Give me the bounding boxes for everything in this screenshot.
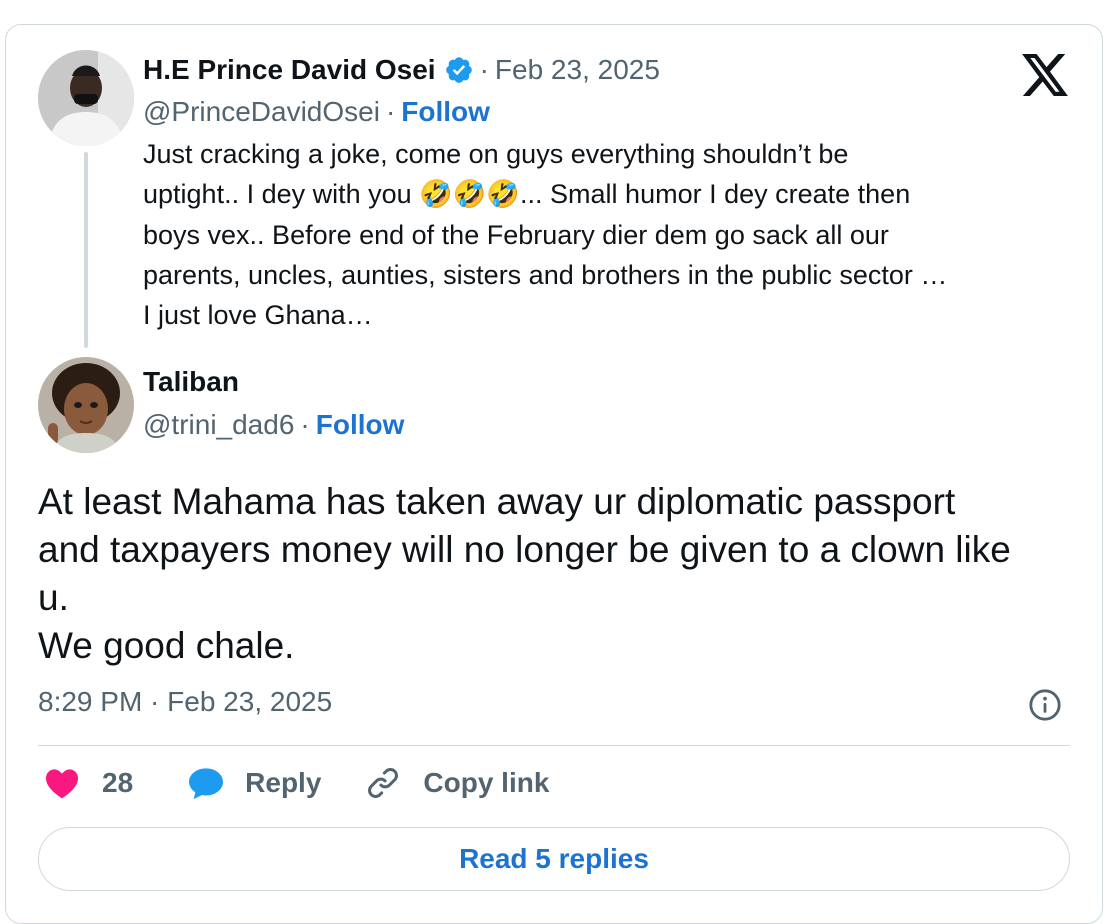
quoted-text-line: uptight.. I dey with you 🤣🤣🤣... Small hu… [143,174,1083,215]
separator-dot: · [479,54,489,85]
reply-button[interactable]: Reply [187,766,321,800]
quoted-text-segment: uptight.. I dey with you [143,179,412,209]
quoted-text-line: Just cracking a joke, come on guys every… [143,139,849,169]
like-count: 28 [102,767,134,798]
quoted-author-name[interactable]: H.E Prince David Osei [143,54,436,86]
quoted-author-handle[interactable]: @PrinceDavidOsei [143,96,380,128]
follow-button-taliban[interactable]: Follow [316,409,405,441]
heart-icon [46,769,78,799]
copy-link-button[interactable]: Copy link [365,765,549,801]
reply-text-line: and taxpayers money will no longer be gi… [38,529,1011,570]
reply-handle-row: @trini_dad6 · Follow [143,409,404,441]
reply-text-line: We good chale. [38,625,295,666]
quoted-handle-row: @PrinceDavidOsei · Follow [143,96,490,128]
quoted-tweet-date[interactable]: Feb 23, 2025 [495,54,660,86]
avatar-taliban[interactable] [38,357,134,453]
x-logo-icon[interactable] [1022,54,1068,96]
tweet-timestamp[interactable]: 8:29 PM · Feb 23, 2025 [38,686,332,718]
read-replies-button[interactable]: Read 5 replies [38,827,1070,891]
link-icon [368,768,399,798]
follow-button-prince[interactable]: Follow [401,96,490,128]
quoted-text-segment: ... Small humor I dey create then [520,179,911,209]
like-button[interactable]: 28 [44,767,133,799]
separator-dot: · [385,96,396,127]
thread-connector-line [84,152,88,348]
reply-tweet-header: Taliban [143,366,239,398]
quoted-tweet-text: Just cracking a joke, come on guys every… [143,134,1083,335]
read-replies-label: Read 5 replies [459,843,649,874]
quoted-text-line: I just love Ghana… [143,300,373,330]
info-icon[interactable] [1028,688,1062,722]
quoted-text-line: boys vex.. Before end of the February di… [143,220,889,250]
tweet-actions-bar: 28 Reply Copy link [44,765,549,801]
reply-text-line: u. [38,577,69,618]
quoted-text-line: parents, uncles, aunties, sisters and br… [143,260,948,290]
quoted-tweet-header: H.E Prince David Osei · Feb 23, 2025 [143,54,660,86]
rofl-emoji: 🤣🤣🤣 [419,179,521,210]
verified-badge-icon [445,57,472,83]
reply-author-handle[interactable]: @trini_dad6 [143,409,294,441]
avatar-prince-david-osei[interactable] [38,50,134,146]
copy-link-label: Copy link [423,767,550,798]
reply-label: Reply [245,767,322,798]
reply-author-name[interactable]: Taliban [143,366,239,398]
reply-bubble-icon [189,768,224,800]
separator-dot: · [300,409,310,440]
reply-tweet-text: At least Mahama has taken away ur diplom… [38,478,1088,670]
reply-text-line: At least Mahama has taken away ur diplom… [38,481,956,522]
divider [38,745,1070,746]
